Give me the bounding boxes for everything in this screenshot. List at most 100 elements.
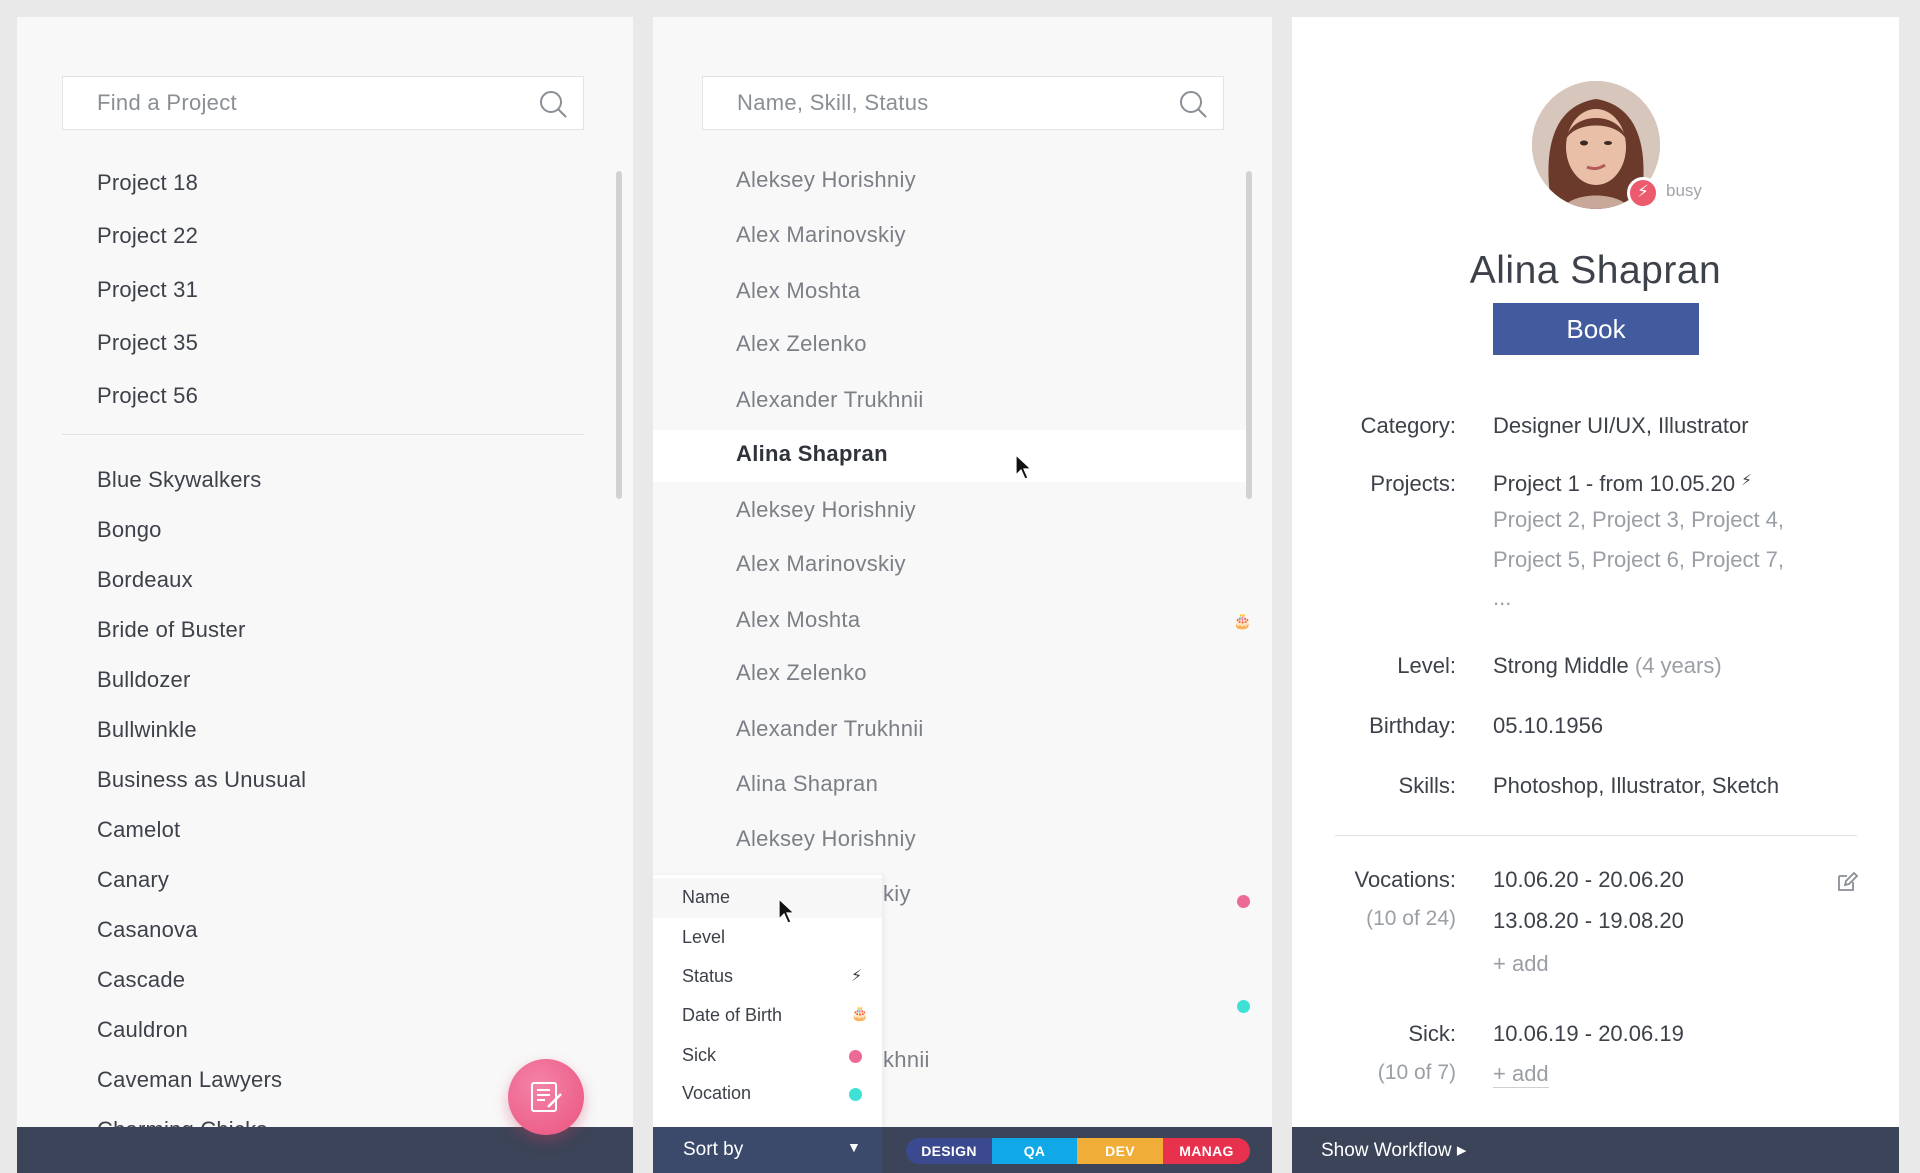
project-item[interactable]: Bordeaux <box>97 567 193 593</box>
section-divider <box>1335 835 1857 836</box>
project-item[interactable]: Camelot <box>97 817 180 843</box>
project-search-input[interactable] <box>97 77 537 129</box>
chevron-down-icon: ▼ <box>847 1139 861 1155</box>
sort-by-label: Sort by <box>683 1139 744 1160</box>
person-item[interactable]: Alex Marinovskiy <box>736 222 906 248</box>
birthday-value: 05.10.1956 <box>1493 713 1604 738</box>
busy-status-badge: ⚡ <box>1627 177 1659 209</box>
chip-qa[interactable]: QA <box>992 1138 1077 1164</box>
person-item[interactable]: Alexander Trukhnii <box>736 716 924 742</box>
sort-option-date-of-birth[interactable]: Date of Birth 🎂 <box>653 996 882 1036</box>
chip-dev[interactable]: DEV <box>1077 1138 1163 1164</box>
project-item[interactable]: Project 18 <box>97 170 198 196</box>
people-footer: Sort by ▼ DESIGN QA DEV MANAG <box>653 1127 1272 1173</box>
project-item[interactable]: Bullwinkle <box>97 717 197 743</box>
profile-name: Alina Shapran <box>1469 249 1722 292</box>
people-search-box <box>702 76 1224 130</box>
mouse-pointer-icon <box>1015 453 1033 480</box>
vocation-range: 10.06.20 - 20.06.20 <box>1493 867 1684 892</box>
project-item[interactable]: Blue Skywalkers <box>97 467 261 493</box>
project-item[interactable]: Bulldozer <box>97 667 191 693</box>
project-item[interactable]: Business as Unusual <box>97 767 306 793</box>
sort-option-vocation[interactable]: Vocation <box>653 1074 882 1114</box>
sort-option-name[interactable]: Name <box>653 878 882 918</box>
scrollbar[interactable] <box>616 171 622 499</box>
project-item[interactable]: Project 56 <box>97 383 198 409</box>
person-item[interactable]: Aleksey Horishniy <box>736 826 916 852</box>
person-item[interactable]: Alex Zelenko <box>736 331 867 357</box>
level-value: Strong Middle (4 years) <box>1493 653 1722 679</box>
chip-manag[interactable]: MANAG <box>1163 1138 1250 1164</box>
category-value: Designer UI/UX, Illustrator <box>1493 413 1749 438</box>
mouse-pointer-icon <box>778 897 796 924</box>
search-icon[interactable] <box>539 90 567 118</box>
status-text: busy <box>1666 181 1702 200</box>
sort-menu: Name Level Status ⚡ Date of Birth 🎂 Sick… <box>653 875 882 1127</box>
person-item[interactable]: Alina Shapran <box>736 771 878 797</box>
birthday-label: Birthday: <box>1369 713 1456 738</box>
skills-value: Photoshop, Illustrator, Sketch <box>1493 773 1780 798</box>
sick-count: (10 of 7) <box>1377 1061 1456 1084</box>
project-item[interactable]: Project 31 <box>97 277 198 303</box>
book-button[interactable]: Book <box>1493 303 1699 355</box>
lightning-icon: ⚡ <box>851 968 863 985</box>
sort-option-sick[interactable]: Sick <box>653 1036 882 1076</box>
profile-panel: ⚡ busy Alina Shapran Book Category: Desi… <box>1292 17 1899 1173</box>
add-vocation-link[interactable]: + add <box>1493 951 1549 977</box>
sort-by-button[interactable]: Sort by ▼ <box>653 1127 882 1173</box>
person-item[interactable]: Aleksey Horishniy <box>736 167 916 193</box>
sort-option-label: Status <box>682 966 734 986</box>
scrollbar[interactable] <box>1246 171 1252 499</box>
people-search-input[interactable] <box>737 77 1177 129</box>
skills-label: Skills: <box>1398 773 1456 798</box>
edit-icon[interactable] <box>1835 870 1859 894</box>
projects-panel: Project 18 Project 22 Project 31 Project… <box>17 17 633 1173</box>
people-panel: Aleksey Horishniy Alex Marinovskiy Alex … <box>653 17 1272 1173</box>
lightning-icon: ⚡ <box>1741 472 1752 489</box>
person-item-selected[interactable]: Alina Shapran <box>736 441 888 467</box>
birthday-cake-icon: 🎂 <box>851 1005 869 1021</box>
sort-option-status[interactable]: Status ⚡ <box>653 957 882 997</box>
person-item[interactable]: Aleksey Horishniy <box>736 497 916 523</box>
add-sick-link[interactable]: + add <box>1493 1061 1549 1088</box>
show-workflow-button[interactable]: Show Workflow ▸ <box>1321 1139 1466 1162</box>
sick-dot-icon <box>1237 895 1250 908</box>
search-icon[interactable] <box>1179 90 1207 118</box>
person-item-partial[interactable]: kiy <box>883 881 911 907</box>
person-item[interactable]: Alexander Trukhnii <box>736 387 924 413</box>
sick-dot-icon <box>849 1050 862 1063</box>
project-item[interactable]: Caveman Lawyers <box>97 1067 282 1093</box>
person-item[interactable]: Alex Moshta <box>736 278 860 304</box>
sort-option-label: Level <box>682 927 726 947</box>
more-projects[interactable]: ... <box>1493 585 1511 611</box>
project-item[interactable]: Canary <box>97 867 169 893</box>
project-item[interactable]: Bride of Buster <box>97 617 246 643</box>
sort-option-label: Name <box>682 887 731 907</box>
person-item[interactable]: Alex Moshta <box>736 607 860 633</box>
project-item[interactable]: Project 35 <box>97 330 198 356</box>
project-search-box <box>62 76 584 130</box>
current-project[interactable]: Project 1 - from 10.05.20 ⚡ <box>1493 471 1752 497</box>
sort-option-label: Sick <box>682 1045 717 1065</box>
project-item[interactable]: Bongo <box>97 517 162 543</box>
level-label: Level: <box>1397 653 1456 678</box>
department-filter: DESIGN QA DEV MANAG <box>906 1138 1250 1164</box>
vocations-count: (10 of 24) <box>1366 907 1456 930</box>
chip-design[interactable]: DESIGN <box>906 1138 992 1164</box>
person-item-partial[interactable]: khnii <box>883 1047 930 1073</box>
project-item[interactable]: Project 22 <box>97 223 198 249</box>
sick-label: Sick: <box>1408 1021 1456 1046</box>
project-item[interactable]: Casanova <box>97 917 198 943</box>
projects-label: Projects: <box>1370 471 1456 496</box>
sort-option-label: Date of Birth <box>682 1005 783 1025</box>
project-item[interactable]: Cauldron <box>97 1017 188 1043</box>
vocation-dot-icon <box>849 1088 862 1101</box>
sort-option-level[interactable]: Level <box>653 918 882 958</box>
notes-fab-button[interactable] <box>508 1059 584 1135</box>
project-item[interactable]: Cascade <box>97 967 185 993</box>
level-text: Strong Middle <box>1493 653 1629 678</box>
sick-range: 10.06.19 - 20.06.19 <box>1493 1021 1684 1046</box>
vocations-label: Vocations: <box>1354 867 1456 892</box>
person-item[interactable]: Alex Zelenko <box>736 660 867 686</box>
person-item[interactable]: Alex Marinovskiy <box>736 551 906 577</box>
